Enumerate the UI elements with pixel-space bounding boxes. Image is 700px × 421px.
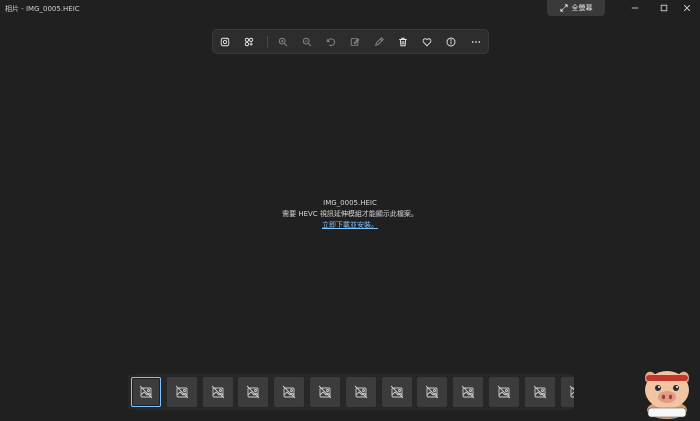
filmstrip-thumbnail[interactable] [131, 377, 161, 407]
filmstrip-thumbnail[interactable] [524, 377, 555, 407]
codec-required-text: 需要 HEVC 視訊延伸模組才能顯示此檔案。 [282, 210, 418, 218]
image-placeholder-icon [461, 385, 475, 399]
filmstrip [128, 374, 574, 410]
filmstrip-thumbnail[interactable] [417, 377, 448, 407]
zoom-in-icon [278, 37, 288, 47]
rotate-icon [326, 38, 336, 46]
image-placeholder-icon [211, 385, 224, 399]
more-icon [471, 41, 481, 43]
toolbar-divider [267, 36, 268, 48]
image-placeholder-icon [139, 385, 153, 399]
delete-button[interactable] [395, 35, 411, 49]
edit-image-icon [350, 38, 360, 46]
filmstrip-thumbnail[interactable] [310, 377, 340, 407]
filmstrip-thumbnail[interactable] [560, 377, 574, 407]
apps-icon [244, 37, 254, 47]
image-placeholder-icon [390, 385, 403, 399]
pen-icon [374, 37, 384, 47]
image-placeholder-icon [497, 385, 511, 399]
image-placeholder-icon [354, 385, 368, 399]
zoom-out-button[interactable] [299, 35, 315, 49]
filmstrip-thumbnail[interactable] [453, 377, 484, 407]
trash-icon [399, 37, 407, 47]
fullscreen-button[interactable]: 全螢幕 [547, 0, 605, 16]
filmstrip-thumbnail[interactable] [166, 377, 197, 407]
filmstrip-thumbnail[interactable] [381, 377, 412, 407]
close-button[interactable] [674, 0, 700, 16]
window-title: 相片 - IMG_0005.HEIC [5, 5, 80, 13]
zoom-out-icon [302, 37, 312, 47]
image-toolbar [212, 29, 489, 54]
minimize-icon [631, 7, 639, 9]
rotate-button[interactable] [323, 35, 339, 49]
unsupported-format-message: IMG_0005.HEIC 需要 HEVC 視訊延伸模組才能顯示此檔案。 立即下… [200, 198, 500, 231]
close-icon [683, 4, 691, 12]
filmstrip-thumbnail[interactable] [202, 377, 233, 407]
favorite-button[interactable] [419, 35, 435, 49]
heart-icon [422, 38, 432, 47]
image-placeholder-icon [318, 385, 332, 399]
filmstrip-thumbnail[interactable] [274, 377, 305, 407]
edit-with-app-button[interactable] [241, 35, 257, 49]
maximize-icon [660, 4, 668, 12]
title-bar: 相片 - IMG_0005.HEIC 全螢幕 [0, 0, 700, 18]
image-placeholder-icon [533, 385, 547, 399]
enhance-icon [220, 37, 230, 47]
enhance-button[interactable] [217, 35, 233, 49]
info-button[interactable] [443, 35, 459, 49]
info-icon [446, 37, 456, 47]
pig-mascot-logo [645, 371, 689, 419]
file-name: IMG_0005.HEIC [323, 199, 377, 207]
filmstrip-thumbnail[interactable] [345, 377, 376, 407]
edit-image-button[interactable] [347, 35, 363, 49]
fullscreen-label: 全螢幕 [571, 4, 593, 12]
zoom-in-button[interactable] [275, 35, 291, 49]
expand-icon [559, 4, 568, 12]
more-button[interactable] [468, 35, 484, 49]
draw-button[interactable] [371, 35, 387, 49]
image-placeholder-icon [247, 385, 260, 399]
image-placeholder-icon [175, 385, 189, 399]
minimize-button[interactable] [622, 0, 648, 16]
download-install-link[interactable]: 立即下載並安裝。 [322, 220, 378, 231]
image-placeholder-icon [426, 385, 439, 399]
filmstrip-thumbnail[interactable] [238, 377, 269, 407]
image-placeholder-icon [569, 385, 574, 398]
filmstrip-thumbnail[interactable] [489, 377, 519, 407]
image-placeholder-icon [282, 385, 296, 399]
